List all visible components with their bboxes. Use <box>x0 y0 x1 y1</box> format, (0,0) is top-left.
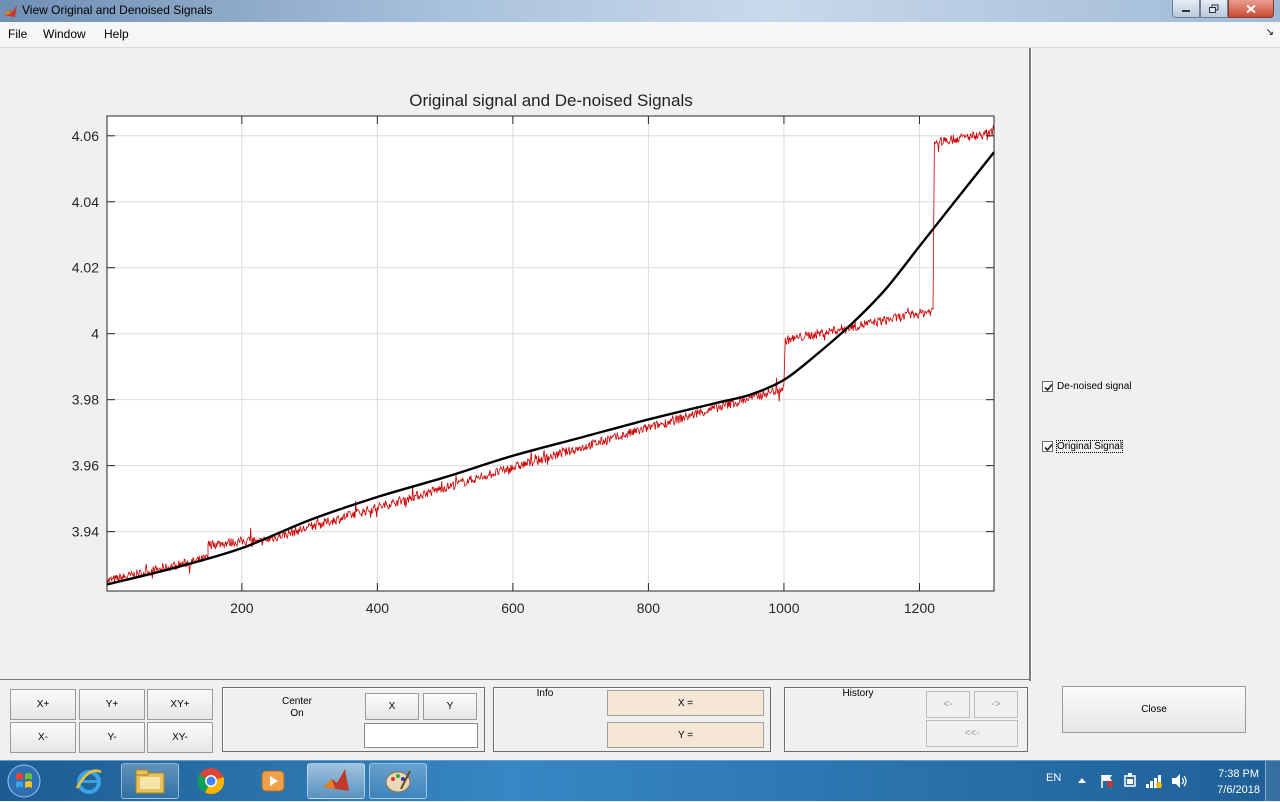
close-button[interactable]: Close <box>1062 686 1246 733</box>
close-window-button[interactable] <box>1228 0 1274 18</box>
y-tick-label: 3.98 <box>72 392 99 408</box>
info-y-field: Y = <box>607 722 764 748</box>
x-tick-label: 1000 <box>768 600 799 616</box>
xy-plus-button[interactable]: XY+ <box>147 689 213 720</box>
history-title: History <box>842 688 874 699</box>
bottom-divider <box>0 679 1031 680</box>
close-icon <box>1246 4 1256 13</box>
chrome-icon <box>197 768 225 795</box>
on-label: On <box>290 708 304 719</box>
taskbar-paint[interactable] <box>369 763 427 799</box>
y-tick-label: 3.94 <box>72 524 99 540</box>
paint-palette-icon <box>385 770 411 793</box>
y-minus-button[interactable]: Y- <box>79 722 145 753</box>
checkbox-box[interactable] <box>1042 441 1053 452</box>
info-x-field: X = <box>607 690 764 716</box>
clock[interactable]: 7:38 PM 7/6/2018 <box>1217 766 1260 798</box>
menu-help[interactable]: Help <box>104 27 129 41</box>
y-tick-label: 4.06 <box>72 128 99 144</box>
plot-area[interactable] <box>107 116 994 591</box>
checkbox-box[interactable] <box>1042 381 1053 392</box>
restore-icon <box>1209 4 1219 13</box>
window-title-bar[interactable]: View Original and Denoised Signals <box>0 0 1280 22</box>
restore-button[interactable] <box>1200 0 1228 18</box>
x-tick-label: 1200 <box>904 600 935 616</box>
center-label: Center <box>281 696 312 707</box>
volume-icon[interactable] <box>1171 773 1189 789</box>
dock-arrow-icon[interactable]: ↘ <box>1266 27 1274 38</box>
y-plus-button[interactable]: Y+ <box>79 689 145 720</box>
taskbar-ie[interactable] <box>60 763 118 799</box>
chart-title: Original signal and De-noised Signals <box>409 91 693 110</box>
history-first-button[interactable]: <<- <box>926 720 1018 747</box>
taskbar-matlab[interactable] <box>307 763 365 799</box>
panel-divider <box>1029 48 1032 681</box>
minimize-button[interactable] <box>1172 0 1200 18</box>
language-indicator[interactable]: EN <box>1046 772 1061 784</box>
x-tick-label: 200 <box>230 600 254 616</box>
taskbar-chrome[interactable] <box>182 763 240 799</box>
matlab-icon <box>323 769 349 791</box>
check-icon <box>1044 383 1053 392</box>
x-tick-label: 600 <box>501 600 525 616</box>
menu-bar: File Window Help ↘ <box>0 22 1280 48</box>
clock-date: 7/6/2018 <box>1217 784 1260 796</box>
action-center-flag-icon[interactable] <box>1099 773 1115 789</box>
x-minus-button[interactable]: X- <box>10 722 76 753</box>
history-forward-button[interactable]: -> <box>974 691 1018 718</box>
minimize-icon <box>1182 9 1190 12</box>
check-icon <box>1044 443 1053 452</box>
network-icon[interactable] <box>1145 773 1163 789</box>
windows-start-icon <box>7 764 41 798</box>
internet-explorer-icon <box>75 769 102 794</box>
taskbar-media-player[interactable] <box>244 763 302 799</box>
x-tick-label: 400 <box>366 600 390 616</box>
signal-chart[interactable]: Original signal and De-noised Signals 20… <box>0 48 1029 680</box>
menu-file[interactable]: File <box>8 27 27 41</box>
folder-icon <box>135 769 165 794</box>
original-signal-checkbox[interactable]: Original Signal <box>1042 440 1124 453</box>
matlab-app-icon <box>4 5 17 17</box>
x-plus-button[interactable]: X+ <box>10 689 76 720</box>
taskbar-explorer[interactable] <box>121 763 179 799</box>
info-title: Info <box>536 688 554 699</box>
tray-expand-icon[interactable] <box>1077 776 1087 784</box>
denoised-signal-checkbox[interactable]: De-noised signal <box>1042 381 1132 392</box>
x-tick-label: 800 <box>637 600 661 616</box>
history-back-button[interactable]: <- <box>926 691 970 718</box>
center-x-button[interactable]: X <box>365 693 419 720</box>
y-tick-label: 4.04 <box>72 194 99 210</box>
y-tick-label: 4.02 <box>72 260 99 276</box>
center-value-field[interactable] <box>364 723 478 748</box>
xy-minus-button[interactable]: XY- <box>147 722 213 753</box>
taskbar: EN 7:38 PM 7/6/2018 <box>0 760 1280 801</box>
center-y-button[interactable]: Y <box>423 693 477 720</box>
y-tick-label: 3.96 <box>72 458 99 474</box>
show-desktop-button[interactable] <box>1265 761 1280 801</box>
menu-window[interactable]: Window <box>43 27 86 41</box>
start-button[interactable] <box>4 763 44 799</box>
y-tick-label: 4 <box>91 326 99 342</box>
usb-device-icon[interactable] <box>1122 773 1138 789</box>
denoised-signal-label: De-noised signal <box>1057 381 1132 392</box>
window-title: View Original and Denoised Signals <box>22 3 213 17</box>
media-player-icon <box>261 770 285 792</box>
original-signal-label: Original Signal <box>1055 440 1124 453</box>
clock-time: 7:38 PM <box>1218 768 1260 780</box>
